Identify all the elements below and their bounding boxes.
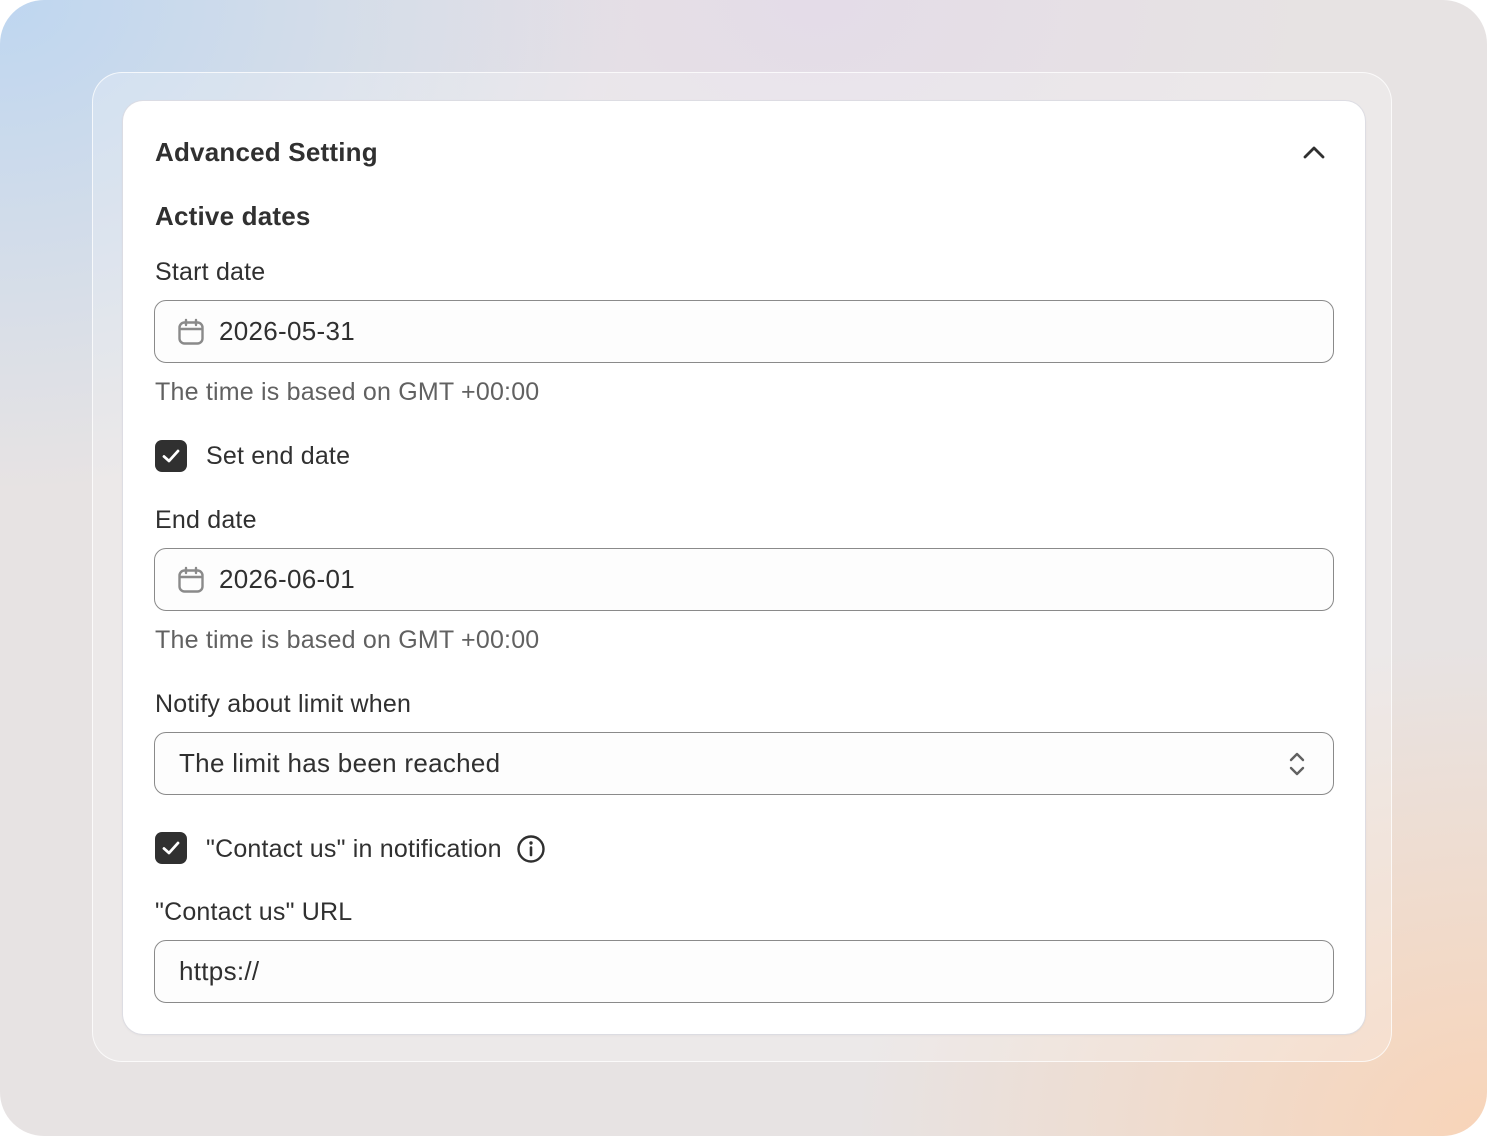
set-end-date-label[interactable]: Set end date xyxy=(206,442,350,471)
contact-us-url-input[interactable]: https:// xyxy=(154,940,1334,1003)
contact-us-url-label: "Contact us" URL xyxy=(155,898,353,926)
info-icon[interactable] xyxy=(516,834,546,864)
contact-us-checkbox-label[interactable]: "Contact us" in notification xyxy=(206,835,502,864)
end-date-help: The time is based on GMT +00:00 xyxy=(155,626,540,654)
contact-us-url-value: https:// xyxy=(179,956,260,986)
start-date-help: The time is based on GMT +00:00 xyxy=(155,378,540,406)
end-date-value: 2026-06-01 xyxy=(219,564,355,594)
start-date-input[interactable]: 2026-05-31 xyxy=(154,300,1334,363)
advanced-setting-card: Advanced Setting Active dates Start date… xyxy=(123,101,1365,1034)
notify-selected-value: The limit has been reached xyxy=(179,748,501,778)
notify-select[interactable]: The limit has been reached xyxy=(154,732,1334,795)
select-arrows-icon xyxy=(1289,752,1305,776)
end-date-label: End date xyxy=(155,506,257,534)
chevron-up-icon xyxy=(1303,146,1325,159)
notify-label: Notify about limit when xyxy=(155,690,412,718)
end-date-input[interactable]: 2026-06-01 xyxy=(154,548,1334,611)
contact-us-checkbox[interactable] xyxy=(155,832,187,864)
start-date-label: Start date xyxy=(155,258,266,286)
set-end-date-checkbox[interactable] xyxy=(155,440,187,472)
card-title: Advanced Setting xyxy=(155,137,378,167)
calendar-icon xyxy=(177,566,205,594)
checkmark-icon xyxy=(162,841,180,855)
collapse-button[interactable] xyxy=(1299,137,1329,167)
contact-us-checkbox-row: "Contact us" in notification xyxy=(206,834,546,864)
checkmark-icon xyxy=(162,449,180,463)
start-date-value: 2026-05-31 xyxy=(219,316,355,346)
section-title-active-dates: Active dates xyxy=(155,201,311,231)
calendar-icon xyxy=(177,318,205,346)
